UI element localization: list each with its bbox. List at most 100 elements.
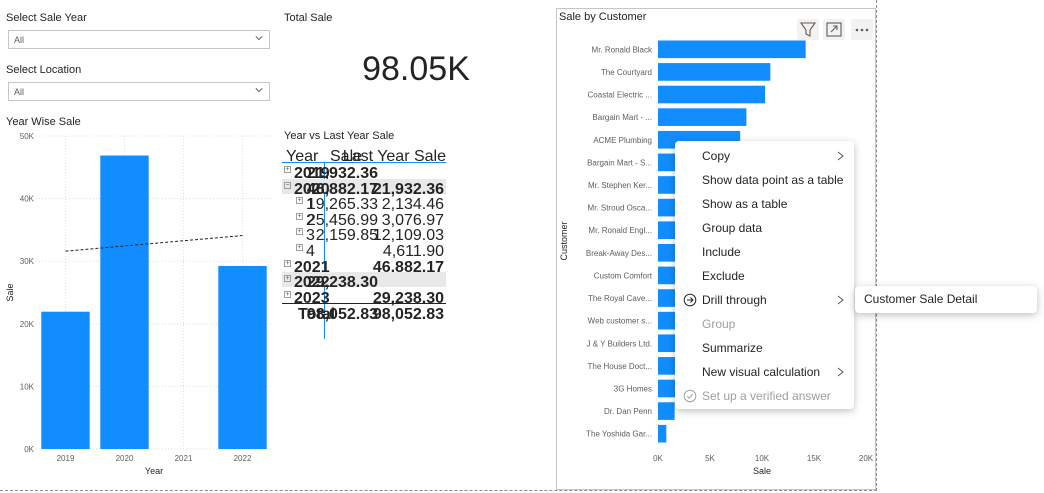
y-tick-label: Bargain Mart - ... xyxy=(592,113,652,122)
y-tick-label: Mr. Stephen Ker... xyxy=(588,181,652,190)
sale-year-dropdown[interactable]: All xyxy=(8,30,270,49)
bar-2019 xyxy=(41,311,90,449)
y-tick-label: The Yoshida Gar... xyxy=(586,430,652,439)
menu-item-label: Include xyxy=(702,245,741,259)
bar-customer xyxy=(658,424,667,443)
card-title: Total Sale xyxy=(284,12,333,24)
y-tick-label: 3G Homes xyxy=(614,384,652,393)
y-tick-label: Bargain Mart - S... xyxy=(587,158,652,167)
y-tick-label: 20K xyxy=(20,320,35,329)
y-tick-label: Web customer s... xyxy=(588,317,652,326)
expand-icon[interactable]: + xyxy=(284,290,291,298)
y-tick-label: 0K xyxy=(24,445,34,454)
slicer-location: Select Location All xyxy=(0,60,276,110)
filter-button[interactable] xyxy=(797,19,819,40)
bar-customer xyxy=(658,85,766,104)
menu-item-label: Exclude xyxy=(702,269,745,283)
drill-through-submenu: Customer Sale Detail xyxy=(855,286,1037,313)
x-axis-title: Sale xyxy=(753,466,771,476)
x-tick-label: 10K xyxy=(755,454,770,463)
slicer-title: Select Sale Year xyxy=(6,12,87,24)
matrix-total-row[interactable]: Total 98,052.83 98,052.83 xyxy=(282,303,446,323)
context-menu: Copy Show data point as a table Show as a … xyxy=(675,141,854,409)
bar-customer xyxy=(658,40,806,59)
menu-item-label: Summarize xyxy=(702,341,763,355)
total-sale-card[interactable]: Total Sale 98.05K xyxy=(278,8,554,111)
menu-item-show-as-a-table[interactable]: Show as a table xyxy=(675,193,854,215)
menu-item-label: Group data xyxy=(702,221,763,235)
matrix-title: Year vs Last Year Sale xyxy=(284,130,395,142)
y-tick-label: The Royal Cave... xyxy=(588,294,652,303)
expand-icon[interactable]: + xyxy=(296,244,303,251)
x-tick-label: 2019 xyxy=(57,454,75,463)
y-tick-label: Mr. Stroud Osca... xyxy=(588,204,652,213)
card-value: 98.05K xyxy=(362,50,470,88)
matrix-row[interactable]: +2022 29,238.30 xyxy=(282,272,446,291)
slicer-title: Select Location xyxy=(6,64,82,76)
x-axis-title: Year xyxy=(145,466,163,476)
y-axis-title: Sale xyxy=(5,283,15,301)
expand-icon[interactable]: + xyxy=(284,259,291,267)
expand-icon[interactable]: + xyxy=(296,228,303,236)
dropdown-value: All xyxy=(14,87,25,97)
menu-item-label: Show data point as a table xyxy=(702,173,844,187)
submenu-item-customer-sale-detail[interactable]: Customer Sale Detail xyxy=(855,288,1037,310)
y-tick-label: Mr. Ronald Black xyxy=(592,45,653,54)
year-vs-last-year-matrix[interactable]: Year vs Last Year Sale Year Sale Last Ye… xyxy=(278,126,554,490)
year-wise-sale-visual[interactable]: Year Wise Sale 0K 10K 20K 30K 40K 50K 2019 2020… xyxy=(0,112,276,490)
chevron-right-icon xyxy=(837,151,844,161)
bar-customer xyxy=(658,402,675,420)
x-tick-label: 2020 xyxy=(116,454,134,463)
matrix-child-row[interactable]: +2 25,456.99 3,076.97 xyxy=(282,210,446,229)
menu-item-copy[interactable]: Copy xyxy=(675,145,854,167)
year-wise-sale-chart: 0K 10K 20K 30K 40K 50K 2019 2020 2021 2022 Year Sal… xyxy=(5,132,272,476)
x-tick-label: 2021 xyxy=(175,454,193,463)
chevron-right-icon xyxy=(837,367,844,377)
bar-2020 xyxy=(100,155,149,449)
sale-cell: 98,052.83 xyxy=(306,306,378,324)
bar-customer xyxy=(658,63,771,81)
menu-item-summarize[interactable]: Summarize xyxy=(675,337,854,359)
matrix-row[interactable]: +2021 46,882.17 xyxy=(282,257,446,276)
matrix-row[interactable]: −2020 46,882.17 21,932.36 xyxy=(282,178,446,198)
x-tick-label: 20K xyxy=(859,454,874,463)
y-tick-label: Dr. Dan Penn xyxy=(604,407,652,416)
expand-icon[interactable]: + xyxy=(296,212,303,220)
matrix-child-row[interactable]: +1 19,265.33 2,134.46 xyxy=(282,194,446,213)
more-options-icon xyxy=(855,28,869,32)
menu-item-label: Copy xyxy=(702,149,731,163)
location-dropdown[interactable]: All xyxy=(8,82,270,101)
focus-mode-button[interactable] xyxy=(823,19,845,40)
matrix-grid: Year Sale Last Year Sale +2019 21,932.36−… xyxy=(282,146,446,346)
trend-line xyxy=(65,235,243,252)
y-axis-title: Customer xyxy=(559,221,569,260)
menu-item-show-data-point-as-a-table[interactable]: Show data point as a table xyxy=(675,169,854,191)
matrix-child-row[interactable]: +4 4,611.90 xyxy=(282,241,446,260)
menu-item-group-data[interactable]: Group data xyxy=(675,217,854,239)
y-tick-label: Coastal Electric ... xyxy=(588,91,652,100)
dropdown-value: All xyxy=(14,35,25,45)
menu-item-drill-through[interactable]: Drill through xyxy=(675,289,854,311)
collapse-icon[interactable]: − xyxy=(284,181,291,189)
last-year-sale-cell: 98,052.83 xyxy=(372,306,444,324)
y-tick-label: ACME Plumbing xyxy=(593,136,652,145)
matrix-row[interactable]: +2023 29,238.30 xyxy=(282,288,446,307)
y-tick-label: Custom Comfort xyxy=(594,271,653,280)
y-tick-label: 40K xyxy=(20,195,35,204)
matrix-header-row: Year Sale Last Year Sale xyxy=(282,146,446,165)
menu-item-group: Group xyxy=(675,313,854,335)
menu-item-exclude[interactable]: Exclude xyxy=(675,265,854,287)
filter-icon xyxy=(799,22,817,37)
menu-item-include[interactable]: Include xyxy=(675,241,854,263)
menu-item-set-up-a-verified-answer: Set up a verified answer xyxy=(675,385,854,407)
expand-icon[interactable]: + xyxy=(296,197,303,205)
menu-item-new-visual-calculation[interactable]: New visual calculation xyxy=(675,361,854,383)
matrix-row[interactable]: +2019 21,932.36 xyxy=(282,163,446,182)
matrix-child-row[interactable]: +3 2,159.85 12,109.03 xyxy=(282,225,446,244)
more-options-button[interactable] xyxy=(851,19,873,40)
expand-icon[interactable]: + xyxy=(284,275,291,283)
bar-customer xyxy=(658,108,747,126)
y-tick-label: 10K xyxy=(20,382,35,391)
slicer-sale-year: Select Sale Year All xyxy=(0,8,276,58)
expand-icon[interactable]: + xyxy=(284,166,291,173)
